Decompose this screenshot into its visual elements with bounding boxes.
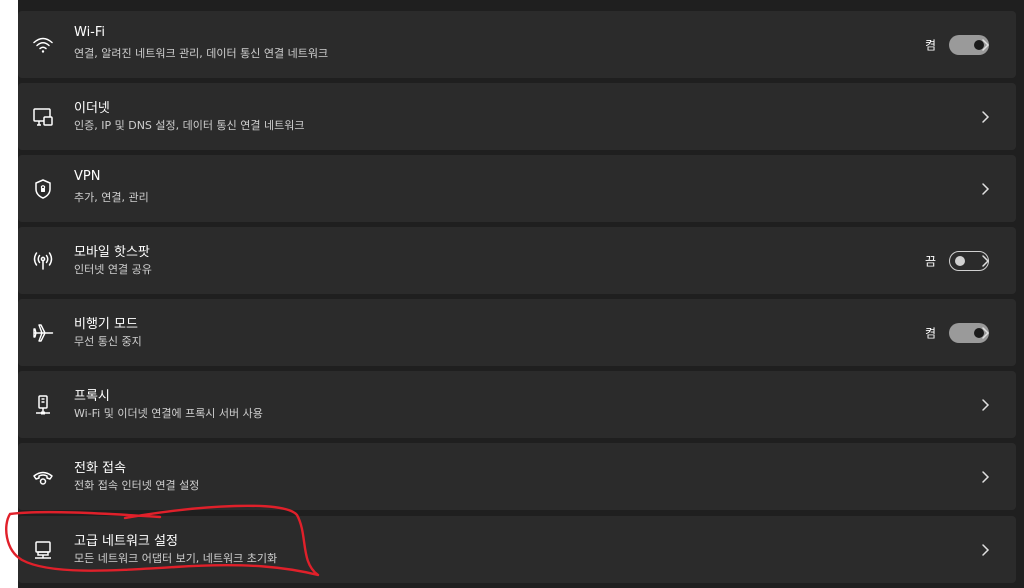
- setting-title: 전화 접속: [74, 461, 126, 476]
- setting-ethernet[interactable]: 이더넷 인증, IP 및 DNS 설정, 데이터 통신 연결 네트워크: [18, 83, 1016, 150]
- setting-wifi[interactable]: Wi-Fi 연결, 알려진 네트워크 관리, 데이터 통신 연결 네트워크 켬: [18, 11, 1016, 78]
- setting-title: 이더넷: [74, 101, 110, 116]
- setting-mobile-hotspot[interactable]: 모바일 핫스팟 인터넷 연결 공유 끔: [18, 227, 1016, 294]
- airplane-icon: [32, 322, 54, 344]
- toggle-knob: [955, 255, 965, 266]
- setting-subtitle: 모든 네트워크 어댑터 보기, 네트워크 초기화: [74, 552, 278, 565]
- setting-title: VPN: [74, 169, 101, 184]
- setting-title: 비행기 모드: [74, 317, 138, 332]
- network-adapter-icon: [32, 539, 54, 561]
- setting-subtitle: 추가, 연결, 관리: [74, 191, 149, 204]
- setting-title: 모바일 핫스팟: [74, 245, 150, 260]
- chevron-right-icon[interactable]: [980, 38, 990, 52]
- hotspot-icon: [32, 250, 54, 272]
- setting-dial-up[interactable]: 전화 접속 전화 접속 인터넷 연결 설정: [18, 443, 1016, 510]
- chevron-right-icon[interactable]: [980, 254, 990, 268]
- shield-icon: [32, 178, 54, 200]
- setting-subtitle: 연결, 알려진 네트워크 관리, 데이터 통신 연결 네트워크: [74, 47, 329, 60]
- setting-vpn[interactable]: VPN 추가, 연결, 관리: [18, 155, 1016, 222]
- toggle-state-label: 켬: [924, 38, 936, 52]
- toggle-state-label: 끔: [924, 254, 936, 268]
- wifi-icon: [32, 34, 54, 56]
- chevron-right-icon[interactable]: [980, 470, 990, 484]
- setting-title: Wi-Fi: [74, 25, 106, 40]
- setting-advanced-network[interactable]: 고급 네트워크 설정 모든 네트워크 어댑터 보기, 네트워크 초기화: [18, 516, 1016, 583]
- ethernet-icon: [32, 106, 54, 128]
- phone-icon: [32, 466, 54, 488]
- setting-subtitle: 인터넷 연결 공유: [74, 263, 152, 276]
- chevron-right-icon[interactable]: [980, 543, 990, 557]
- chevron-right-icon[interactable]: [980, 398, 990, 412]
- setting-subtitle: Wi-Fi 및 이더넷 연결에 프록시 서버 사용: [74, 407, 263, 420]
- proxy-icon: [32, 394, 54, 416]
- setting-proxy[interactable]: 프록시 Wi-Fi 및 이더넷 연결에 프록시 서버 사용: [18, 371, 1016, 438]
- setting-subtitle: 인증, IP 및 DNS 설정, 데이터 통신 연결 네트워크: [74, 119, 305, 132]
- chevron-right-icon[interactable]: [980, 182, 990, 196]
- setting-airplane-mode[interactable]: 비행기 모드 무선 통신 중지 켬: [18, 299, 1016, 366]
- setting-title: 프록시: [74, 389, 110, 404]
- network-settings-panel: Wi-Fi 연결, 알려진 네트워크 관리, 데이터 통신 연결 네트워크 켬 …: [18, 0, 1024, 588]
- chevron-right-icon[interactable]: [980, 326, 990, 340]
- setting-title: 고급 네트워크 설정: [74, 534, 178, 549]
- setting-subtitle: 무선 통신 중지: [74, 335, 142, 348]
- setting-subtitle: 전화 접속 인터넷 연결 설정: [74, 479, 200, 492]
- chevron-right-icon[interactable]: [980, 110, 990, 124]
- toggle-state-label: 켬: [924, 326, 936, 340]
